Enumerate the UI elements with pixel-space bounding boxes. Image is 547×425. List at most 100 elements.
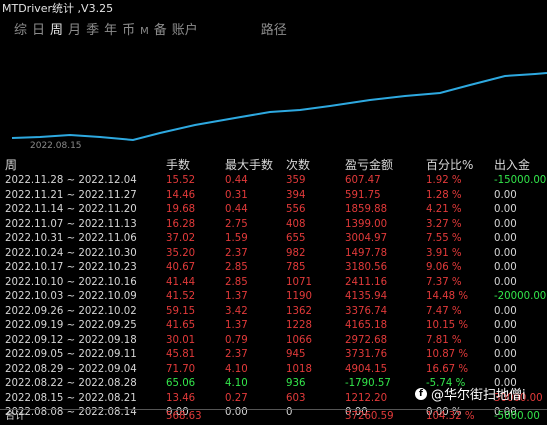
col-header-max-lots: 最大手数: [225, 158, 274, 172]
total-row: 合计 568.63 37260.59 104.32 % -5000.00: [0, 410, 547, 425]
tab-account[interactable]: 账户: [172, 22, 198, 40]
cell-lots: 71.70: [166, 363, 196, 375]
col-header-deposits: 出入金: [494, 158, 531, 172]
cell-percent: 3.27 %: [426, 218, 462, 230]
cell-deposits: 0.00: [494, 363, 517, 375]
tab-overview[interactable]: 综: [14, 22, 27, 40]
cell-profit: 3731.76: [345, 349, 388, 360]
table-row[interactable]: 2022.11.14 ~ 2022.11.20 19.68 0.44 556 1859.…: [0, 203, 547, 218]
table-row[interactable]: 2022.09.19 ~ 2022.09.25 41.65 1.37 1228 4165…: [0, 319, 547, 334]
cell-percent: 9.06 %: [426, 262, 462, 273]
cell-lots: 30.01: [166, 334, 196, 346]
cell-profit: 1859.88: [345, 204, 388, 215]
cell-percent: 4.21 %: [426, 204, 462, 215]
cell-week-range: 2022.10.03 ~ 2022.10.09: [5, 291, 137, 302]
table-row[interactable]: 2022.11.07 ~ 2022.11.13 16.28 2.75 408 1399.…: [0, 218, 547, 233]
cell-week-range: 2022.11.21 ~ 2022.11.27: [5, 189, 137, 201]
cell-profit: 3004.97: [345, 233, 388, 244]
cell-profit: 607.47: [345, 175, 381, 186]
cell-deposits: 0.00: [494, 204, 517, 215]
cell-lots: 41.44: [166, 276, 196, 288]
table-row[interactable]: 2022.08.29 ~ 2022.09.04 71.70 4.10 1018 4904…: [0, 363, 547, 378]
cell-profit: 4165.18: [345, 320, 388, 331]
cell-trades: 603: [286, 392, 306, 404]
cell-max-lots: 0.44: [225, 204, 248, 215]
cell-max-lots: 0.44: [225, 175, 248, 186]
tab-month[interactable]: 月: [68, 22, 81, 40]
cell-percent: 16.67 %: [426, 363, 469, 375]
col-header-percent: 百分比%: [426, 158, 474, 172]
cell-week-range: 2022.08.29 ~ 2022.09.04: [5, 363, 137, 375]
cell-profit: 591.75: [345, 189, 381, 201]
equity-line: [11, 72, 547, 142]
cell-max-lots: 1.37: [225, 291, 248, 302]
cell-max-lots: 1.59: [225, 233, 248, 244]
cell-profit: 3180.56: [345, 262, 388, 273]
tab-backup[interactable]: 备: [154, 22, 167, 40]
cell-lots: 19.68: [166, 204, 196, 215]
cell-deposits: 0.00: [494, 189, 517, 201]
cell-trades: 1018: [286, 363, 312, 375]
tab-day[interactable]: 日: [32, 22, 45, 40]
table-row[interactable]: 2022.10.24 ~ 2022.10.30 35.20 2.37 982 1497.…: [0, 247, 547, 262]
cell-max-lots: 0.27: [225, 392, 248, 404]
cell-lots: 35.20: [166, 247, 196, 259]
cell-deposits: 0.00: [494, 305, 517, 317]
table-row[interactable]: 2022.10.10 ~ 2022.10.16 41.44 2.85 1071 2411…: [0, 276, 547, 291]
cell-week-range: 2022.11.07 ~ 2022.11.13: [5, 218, 137, 230]
cell-trades: 655: [286, 233, 306, 244]
table-row[interactable]: 2022.10.31 ~ 2022.11.06 37.02 1.59 655 3004.…: [0, 232, 547, 247]
table-row[interactable]: 2022.09.05 ~ 2022.09.11 45.81 2.37 945 3731.…: [0, 348, 547, 363]
cell-deposits: -15000.00: [494, 175, 547, 186]
tab-currency[interactable]: 币: [122, 22, 135, 40]
total-deposits: -5000.00: [494, 411, 540, 422]
period-tabs: 综 日 周 月 季 年 币 M 备 账户 路径: [14, 22, 292, 40]
cell-lots: 65.06: [166, 378, 196, 389]
cell-week-range: 2022.11.14 ~ 2022.11.20: [5, 204, 137, 215]
cell-deposits: -20000.00: [494, 291, 547, 302]
tab-week[interactable]: 周: [50, 22, 63, 40]
cell-trades: 1066: [286, 334, 312, 346]
cell-max-lots: 2.75: [225, 218, 248, 230]
cell-profit: 4135.94: [345, 291, 388, 302]
col-header-week: 周: [5, 158, 18, 172]
tab-year[interactable]: 年: [104, 22, 117, 40]
cell-profit: 1212.20: [345, 392, 388, 404]
table-row[interactable]: 2022.10.03 ~ 2022.10.09 41.52 1.37 1190 4135…: [0, 290, 547, 305]
cell-lots: 59.15: [166, 305, 196, 317]
watermark: f @华尔街扫地僧i: [415, 384, 526, 403]
total-percent: 104.32 %: [426, 411, 475, 422]
cell-trades: 408: [286, 218, 306, 230]
cell-deposits: 0.00: [494, 276, 517, 288]
total-label: 合计: [5, 411, 26, 422]
total-profit: 37260.59: [345, 411, 394, 422]
cell-percent: 7.37 %: [426, 276, 462, 288]
cell-percent: 14.48 %: [426, 291, 469, 302]
cell-deposits: 0.00: [494, 218, 517, 230]
table-row[interactable]: 2022.09.12 ~ 2022.09.18 30.01 0.79 1066 2972…: [0, 334, 547, 349]
table-row[interactable]: 2022.11.28 ~ 2022.12.04 15.52 0.44 359 607.4…: [0, 174, 547, 189]
total-lots: 568.63: [166, 411, 202, 422]
cell-percent: 7.55 %: [426, 233, 462, 244]
tab-path[interactable]: 路径: [261, 22, 287, 40]
table-row[interactable]: 2022.10.17 ~ 2022.10.23 40.67 2.85 785 3180.…: [0, 261, 547, 276]
tab-quarter[interactable]: 季: [86, 22, 99, 40]
cell-week-range: 2022.09.19 ~ 2022.09.25: [5, 320, 137, 331]
cell-profit: -1790.57: [345, 378, 391, 389]
tab-m[interactable]: M: [140, 22, 149, 40]
col-header-trades: 次数: [286, 158, 311, 172]
table-row[interactable]: 2022.09.26 ~ 2022.10.02 59.15 3.42 1362 3376…: [0, 305, 547, 320]
cell-trades: 1228: [286, 320, 312, 331]
cell-trades: 936: [286, 378, 306, 389]
cell-percent: 3.91 %: [426, 247, 462, 259]
cell-lots: 41.52: [166, 291, 196, 302]
cell-lots: 16.28: [166, 218, 196, 230]
cell-week-range: 2022.09.26 ~ 2022.10.02: [5, 305, 137, 317]
cell-deposits: 0.00: [494, 320, 517, 331]
table-row[interactable]: 2022.11.21 ~ 2022.11.27 14.46 0.31 394 591.7…: [0, 189, 547, 204]
cell-week-range: 2022.09.12 ~ 2022.09.18: [5, 334, 137, 346]
cell-week-range: 2022.09.05 ~ 2022.09.11: [5, 349, 137, 360]
cell-trades: 945: [286, 349, 306, 360]
cell-max-lots: 0.79: [225, 334, 248, 346]
cell-trades: 556: [286, 204, 306, 215]
